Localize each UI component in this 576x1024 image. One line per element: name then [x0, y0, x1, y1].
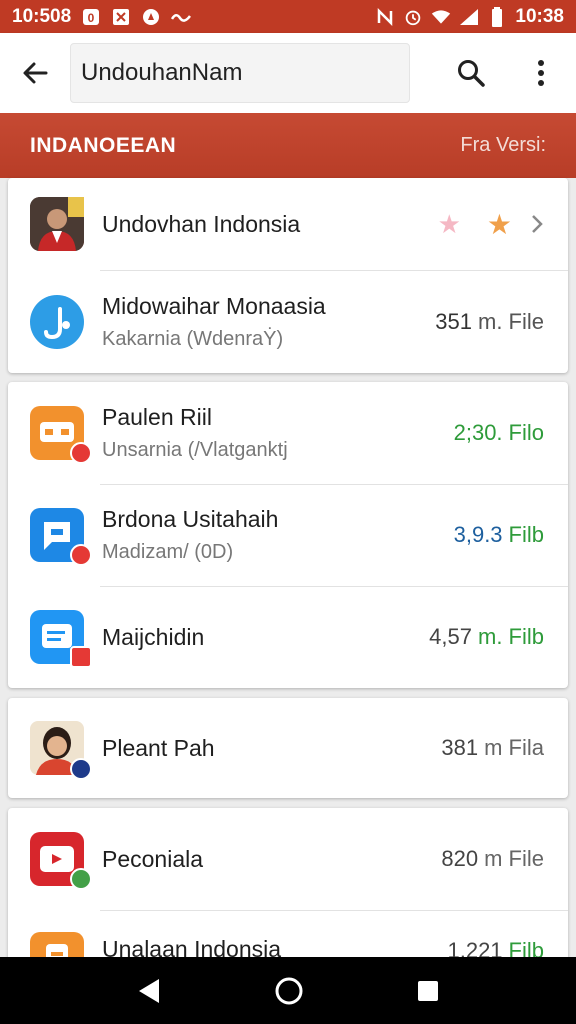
search-input-value: UndouhanNam — [81, 59, 243, 86]
file-size-value: 3,9.3 — [453, 522, 503, 547]
file-size-unit: m. Filb — [478, 624, 544, 649]
badge-icon — [70, 868, 92, 890]
star-icon-orange: ★ — [486, 208, 512, 240]
wave-icon — [171, 7, 192, 27]
badge-icon — [70, 758, 92, 780]
app-name: Pleant Pah — [102, 734, 215, 761]
file-size-unit: m. File — [478, 308, 544, 334]
app-name: Brdona Usitahaih — [102, 506, 279, 532]
list-item-text: Maijchidin — [102, 624, 408, 651]
back-triangle-icon[interactable] — [136, 977, 162, 1005]
battery-icon — [487, 6, 507, 27]
music-note-icon — [30, 294, 84, 349]
app-subtitle: Kakarnia (WdenraẎ) — [102, 327, 284, 350]
app-card: Pleant Pah 381 m Fila — [8, 698, 568, 798]
list-item-text: Midowaihar Monaasia Kakarnia (WdenraẎ) — [102, 293, 408, 351]
badge-icon — [70, 544, 92, 566]
more-vert-icon — [538, 60, 544, 86]
signal-icon — [459, 7, 479, 27]
file-size: 820 m File — [441, 846, 544, 872]
home-circle-icon[interactable] — [274, 976, 304, 1006]
file-size-unit: m File — [484, 846, 544, 871]
list-item-text: Paulen Riil Unsarnia (/Vlatganktj — [102, 404, 408, 462]
more-options-button[interactable] — [506, 33, 576, 113]
photos-icon — [141, 7, 161, 27]
status-time-right: 10:38 — [515, 5, 564, 27]
message-icon: 0 — [81, 7, 101, 27]
app-card: Undovhan Indonsia ★ ★ Midowaihar Monaasi… — [8, 178, 568, 373]
search-button[interactable] — [436, 33, 506, 113]
section-header: INDANOEEAN Fra Versi: — [0, 113, 576, 178]
file-size: 4,57 m. Filb — [429, 624, 544, 650]
star-icon-pink: ★ — [437, 208, 461, 239]
file-size: 351 m. File — [435, 309, 544, 335]
app-card: Peconiala 820 m File Unalaan Indonsia 1,… — [8, 808, 568, 978]
alarm-icon — [403, 7, 423, 27]
file-size-value: 381 — [441, 735, 479, 760]
list-item-text: Brdona Usitahaih Madizam/ (0D) — [102, 506, 408, 564]
list-item[interactable]: Undovhan Indonsia ★ ★ — [8, 178, 568, 270]
list-item-text: Pleant Pah — [102, 735, 408, 762]
file-size: 2;30. Filo — [454, 420, 544, 446]
app-name: Paulen Riil — [102, 404, 212, 430]
file-size-unit: Filo — [508, 420, 544, 445]
chevron-right-icon — [532, 215, 543, 233]
list-item[interactable]: Maijchidin 4,57 m. Filb — [8, 586, 568, 688]
rating: ★ ★ — [438, 208, 544, 241]
list-item[interactable]: Brdona Usitahaih Madizam/ (0D) 3,9.3 Fil… — [8, 484, 568, 586]
recents-square-icon[interactable] — [416, 979, 440, 1003]
back-arrow-icon — [23, 62, 48, 84]
list-item-text: Peconiala — [102, 846, 408, 873]
file-size-value: 820 — [441, 846, 479, 871]
navigation-bar — [0, 957, 576, 1024]
bug-icon — [111, 7, 131, 27]
svg-text:0: 0 — [88, 11, 95, 25]
badge-icon — [70, 442, 92, 464]
list-item[interactable]: Peconiala 820 m File — [8, 808, 568, 910]
back-button[interactable] — [0, 33, 70, 113]
list-item[interactable]: Pleant Pah 381 m Fila — [8, 698, 568, 798]
app-subtitle: Unsarnia (/Vlatganktj — [102, 439, 288, 461]
file-size: 3,9.3 Filb — [454, 522, 544, 548]
list-item[interactable]: Paulen Riil Unsarnia (/Vlatganktj 2;30. … — [8, 382, 568, 484]
search-input[interactable]: UndouhanNam — [70, 43, 410, 103]
search-icon — [458, 60, 485, 87]
file-size-value: 351 — [435, 308, 472, 334]
app-name: Midowaihar Monaasia — [102, 292, 326, 319]
file-size-value: 2;30. — [453, 420, 503, 445]
badge-icon — [70, 646, 92, 668]
list-item[interactable]: Midowaihar Monaasia Kakarnia (WdenraẎ) 3… — [8, 270, 568, 373]
nfc-icon — [375, 7, 395, 27]
app-card: Paulen Riil Unsarnia (/Vlatganktj 2;30. … — [8, 382, 568, 688]
app-bar: UndouhanNam — [0, 33, 576, 113]
profile-photo-icon — [30, 197, 84, 251]
app-name: Peconiala — [102, 845, 204, 872]
app-name: Maijchidin — [102, 623, 205, 650]
list-item-text: Undovhan Indonsia — [102, 211, 408, 238]
status-time-left: 10:508 — [12, 5, 72, 27]
file-size-unit: m Fila — [484, 735, 544, 760]
app-name: Undovhan Indonsia — [102, 210, 301, 237]
status-bar: 10:508 0 10:38 — [0, 0, 576, 33]
file-size: 381 m Fila — [441, 735, 544, 761]
section-title: INDANOEEAN — [30, 133, 177, 157]
app-subtitle: Madizam/ (0D) — [102, 541, 234, 563]
wifi-icon — [431, 7, 451, 27]
section-action-link[interactable]: Fra Versi: — [460, 134, 546, 157]
file-size-value: 4,57 — [429, 624, 472, 649]
file-size-unit: Filb — [508, 522, 544, 547]
